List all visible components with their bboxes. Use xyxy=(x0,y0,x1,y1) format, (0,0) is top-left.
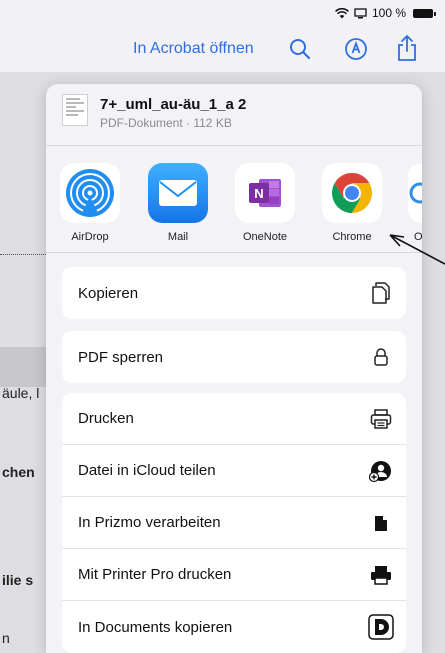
app-icon xyxy=(408,163,422,223)
action-lock-pdf[interactable]: PDF sperren xyxy=(62,331,406,383)
action-print[interactable]: Drucken xyxy=(62,393,406,445)
action-group-more: Drucken Datei in iCloud teilen In Prizmo… xyxy=(62,393,406,653)
document-text: äule, l xyxy=(2,385,40,401)
share-icon[interactable] xyxy=(396,34,418,62)
document-text: n xyxy=(2,630,10,646)
action-share-icloud[interactable]: Datei in iCloud teilen xyxy=(62,445,406,497)
search-icon[interactable] xyxy=(288,37,312,61)
icloud-share-icon xyxy=(368,458,394,484)
document-heading: ilie s xyxy=(2,572,34,588)
action-label: In Documents kopieren xyxy=(78,618,233,636)
share-app-label: Mail xyxy=(167,231,189,243)
share-app-mail[interactable]: Mail xyxy=(148,163,208,243)
action-label: In Prizmo verarbeiten xyxy=(78,514,221,531)
airdrop-icon xyxy=(60,163,120,223)
document-icon xyxy=(368,510,394,536)
action-label: Kopieren xyxy=(78,284,139,302)
share-app-label: AirDrop xyxy=(71,231,109,243)
action-label: Drucken xyxy=(78,410,134,427)
action-prizmo[interactable]: In Prizmo verarbeiten xyxy=(62,497,406,549)
share-app-onenote[interactable]: N OneNote xyxy=(235,163,295,243)
action-group-lock: PDF sperren xyxy=(62,331,406,383)
file-name: 7+_uml_au-äu_1_a 2 xyxy=(100,96,247,113)
status-indicators: 100 % xyxy=(335,5,436,21)
battery-icon xyxy=(413,8,436,18)
open-in-acrobat-button[interactable]: In Acrobat öffnen xyxy=(133,40,254,58)
documents-app-icon xyxy=(368,614,394,640)
markup-icon[interactable] xyxy=(344,37,368,61)
share-sheet: 7+_uml_au-äu_1_a 2 PDF-Dokument · 112 KB… xyxy=(46,84,422,653)
action-printer-pro[interactable]: Mit Printer Pro drucken xyxy=(62,549,406,601)
share-app-airdrop[interactable]: AirDrop xyxy=(60,163,120,243)
screen-mirroring-icon xyxy=(354,7,367,18)
status-bar: 100 % xyxy=(0,0,445,28)
share-app-label: OneNote xyxy=(242,231,288,243)
share-app-chrome[interactable]: Chrome xyxy=(322,163,382,243)
action-documents[interactable]: In Documents kopieren xyxy=(62,601,406,653)
file-thumbnail xyxy=(62,94,88,126)
share-app-label: Chrome xyxy=(332,231,372,243)
action-group-copy: Kopieren xyxy=(62,267,406,319)
mail-icon xyxy=(148,163,208,223)
battery-percentage: 100 % xyxy=(371,6,406,20)
action-label: Datei in iCloud teilen xyxy=(78,462,216,479)
navigation-bar: In Acrobat öffnen xyxy=(0,28,445,72)
app-share-row: AirDrop Mail N OneNote Chrome O xyxy=(46,147,422,253)
chrome-icon xyxy=(322,163,382,223)
action-label: Mit Printer Pro drucken xyxy=(78,566,232,583)
share-sheet-header: 7+_uml_au-äu_1_a 2 PDF-Dokument · 112 KB xyxy=(46,84,422,146)
file-meta: PDF-Dokument · 112 KB xyxy=(100,116,232,130)
lock-icon xyxy=(368,344,394,370)
printer-icon xyxy=(368,406,394,432)
action-copy[interactable]: Kopieren xyxy=(62,267,406,319)
annotation-arrow xyxy=(389,234,445,265)
printer-pro-icon xyxy=(368,562,394,588)
document-heading: chen xyxy=(2,464,35,480)
action-label: PDF sperren xyxy=(78,348,164,366)
wifi-icon xyxy=(335,7,349,18)
svg-text:N: N xyxy=(254,186,263,201)
onenote-icon: N xyxy=(235,163,295,223)
